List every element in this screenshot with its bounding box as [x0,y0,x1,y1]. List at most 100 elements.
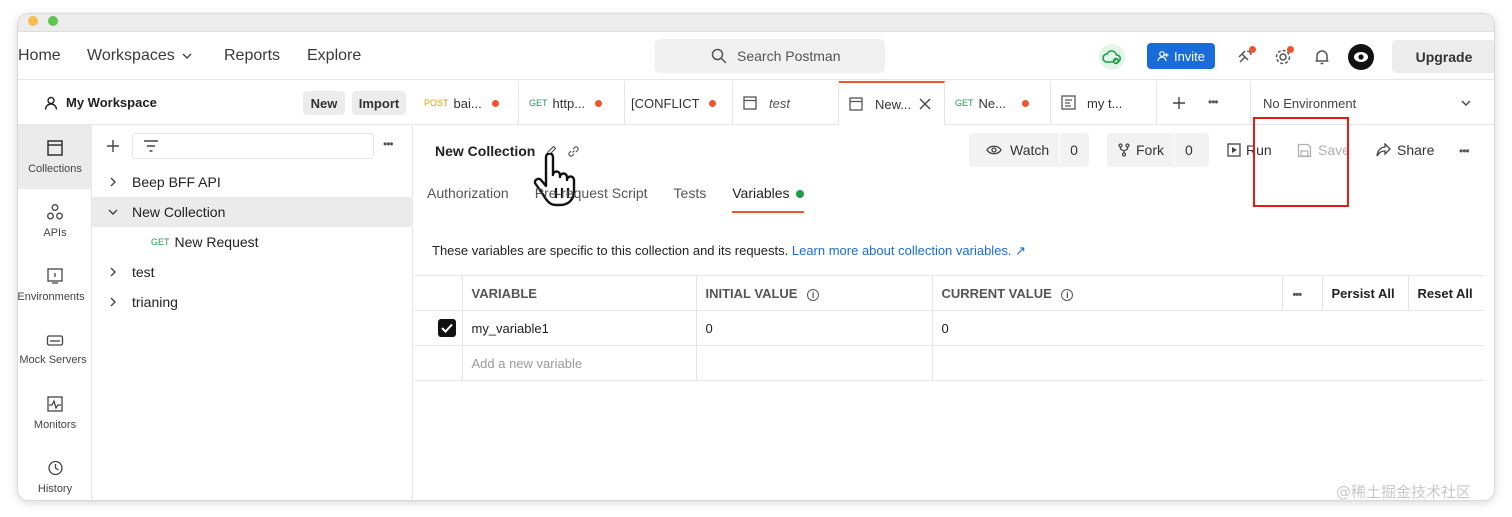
row-checkbox-cell [414,310,463,346]
nav-explore[interactable]: Explore [307,47,361,65]
tree-item-new-request[interactable]: GET New Request [92,227,413,257]
invite-button[interactable]: Invite [1147,43,1215,69]
plus-icon[interactable] [1172,96,1186,110]
tree-item-beep-bff-api[interactable]: Beep BFF API [92,167,413,197]
fork-button[interactable]: Fork 0 [1107,133,1209,167]
info-text: These variables are specific to this col… [432,243,789,258]
plus-icon[interactable] [106,139,120,153]
unsaved-dot [491,99,499,107]
tab-authorization[interactable]: Authorization [427,185,509,217]
tab-get-http[interactable]: GET http... [519,81,625,125]
top-header: Home Workspaces Reports Explore Search P… [18,32,1494,80]
tab-test[interactable]: test [733,81,839,125]
watch-count: 0 [1059,133,1088,167]
table-row: my_variable1 0 0 [414,310,1484,346]
nav-workspaces[interactable]: Workspaces [87,47,193,65]
avatar[interactable] [1348,44,1374,70]
initial-value-header: INITIAL VALUE i [695,275,933,311]
new-current-value-cell[interactable] [931,345,1484,381]
reset-all-button[interactable]: Reset All [1407,275,1484,311]
persist-all-label: Persist All [1331,285,1395,301]
user-icon [44,96,58,110]
tree-item-trianing[interactable]: trianing [92,287,413,317]
upgrade-button[interactable]: Upgrade [1392,40,1494,73]
workspace-header: My Workspace New Import [18,81,413,125]
current-value-cell[interactable]: 0 [931,310,1484,346]
new-initial-value-cell[interactable] [695,345,933,381]
search-bar[interactable]: Search Postman [655,39,885,73]
leftbar-apis[interactable]: APIs [18,189,92,253]
tree-item-label: New Request [174,234,259,250]
nav-workspaces-label: Workspaces [87,47,175,64]
empty-checkbox-cell [414,345,463,381]
import-label: Import [358,95,400,111]
gear-icon[interactable] [1270,44,1296,70]
tree-item-label: Beep BFF API [132,174,221,190]
tree-item-new-collection[interactable]: New Collection [92,197,413,227]
tab-conflict[interactable]: [CONFLICT] [625,81,733,125]
fork-label: Fork [1136,142,1164,158]
method-badge: GET [151,237,170,247]
method-badge: GET [529,98,548,108]
new-button[interactable]: New [303,91,345,115]
tab-variables[interactable]: Variables [732,185,804,213]
persist-all-button[interactable]: Persist All [1321,275,1409,311]
tab-label: New... [875,96,912,112]
unsaved-dot [1021,99,1029,107]
tab-label: http... [552,95,586,111]
watch-label: Watch [1010,142,1050,158]
table-header-row: VARIABLE INITIAL VALUE i CURRENT VALUE i… [414,275,1484,311]
bell-icon[interactable] [1309,44,1335,70]
checkmark-icon [441,323,453,333]
info-icon[interactable]: i [1061,288,1074,301]
search-icon [711,48,727,64]
more-icon[interactable]: ••• [1459,144,1470,158]
tab-label: [CONFLICT] [631,95,699,111]
leftbar-history[interactable]: History [18,445,92,500]
satellite-icon[interactable] [1232,44,1258,70]
tab-pre-request-script[interactable]: Pre-request Script [535,185,648,217]
fork-icon [1118,143,1130,157]
server-icon [46,335,64,346]
leftbar-collections[interactable]: Collections [18,125,92,189]
import-button[interactable]: Import [352,91,406,115]
tab-get-ne[interactable]: GET Ne... [945,81,1051,125]
leftbar-environments[interactable]: Environments [18,253,92,317]
add-variable-input[interactable]: Add a new variable [461,345,697,381]
watch-button[interactable]: Watch 0 [969,133,1089,167]
zoom-dot[interactable] [48,16,58,26]
filter-icon [144,140,158,152]
current-value-label: CURRENT VALUE [941,285,1052,301]
more-icon[interactable]: ••• [383,137,394,151]
initial-value-cell[interactable]: 0 [695,310,933,346]
chevron-down-icon [1461,100,1471,106]
environments-icon [47,268,63,284]
tab-new-collection[interactable]: New... [839,81,945,125]
minimize-dot[interactable] [28,16,38,26]
learn-more-link[interactable]: Learn more about collection variables. ↗ [792,243,1026,258]
settings-dot [1287,46,1294,53]
info-icon[interactable]: i [807,288,820,301]
leftbar-monitors[interactable]: Monitors [18,381,92,445]
nav-home[interactable]: Home [18,47,61,65]
share-icon [1376,143,1391,157]
filter-input[interactable] [132,133,374,159]
share-button[interactable]: Share [1376,133,1434,167]
variable-name-cell[interactable]: my_variable1 [461,310,697,346]
nav-reports[interactable]: Reports [224,47,280,65]
tab-post-bai[interactable]: POST bai... [414,81,519,125]
chevron-right-icon [108,297,120,307]
nav-explore-label: Explore [307,47,362,64]
more-icon[interactable]: ••• [1208,95,1219,109]
tab-label: bai... [453,95,482,111]
tree-item-test[interactable]: test [92,257,413,287]
tab-my-t[interactable]: my t... [1051,81,1157,125]
tree-item-label: trianing [132,294,178,310]
sync-cloud-icon[interactable] [1099,44,1125,70]
table-more-button[interactable]: ••• [1281,275,1323,311]
variable-checkbox[interactable] [438,319,456,337]
fork-count: 0 [1174,133,1203,167]
tab-tests[interactable]: Tests [674,185,707,217]
leftbar-mock-servers[interactable]: Mock Servers [18,317,92,381]
close-icon[interactable] [919,98,931,110]
